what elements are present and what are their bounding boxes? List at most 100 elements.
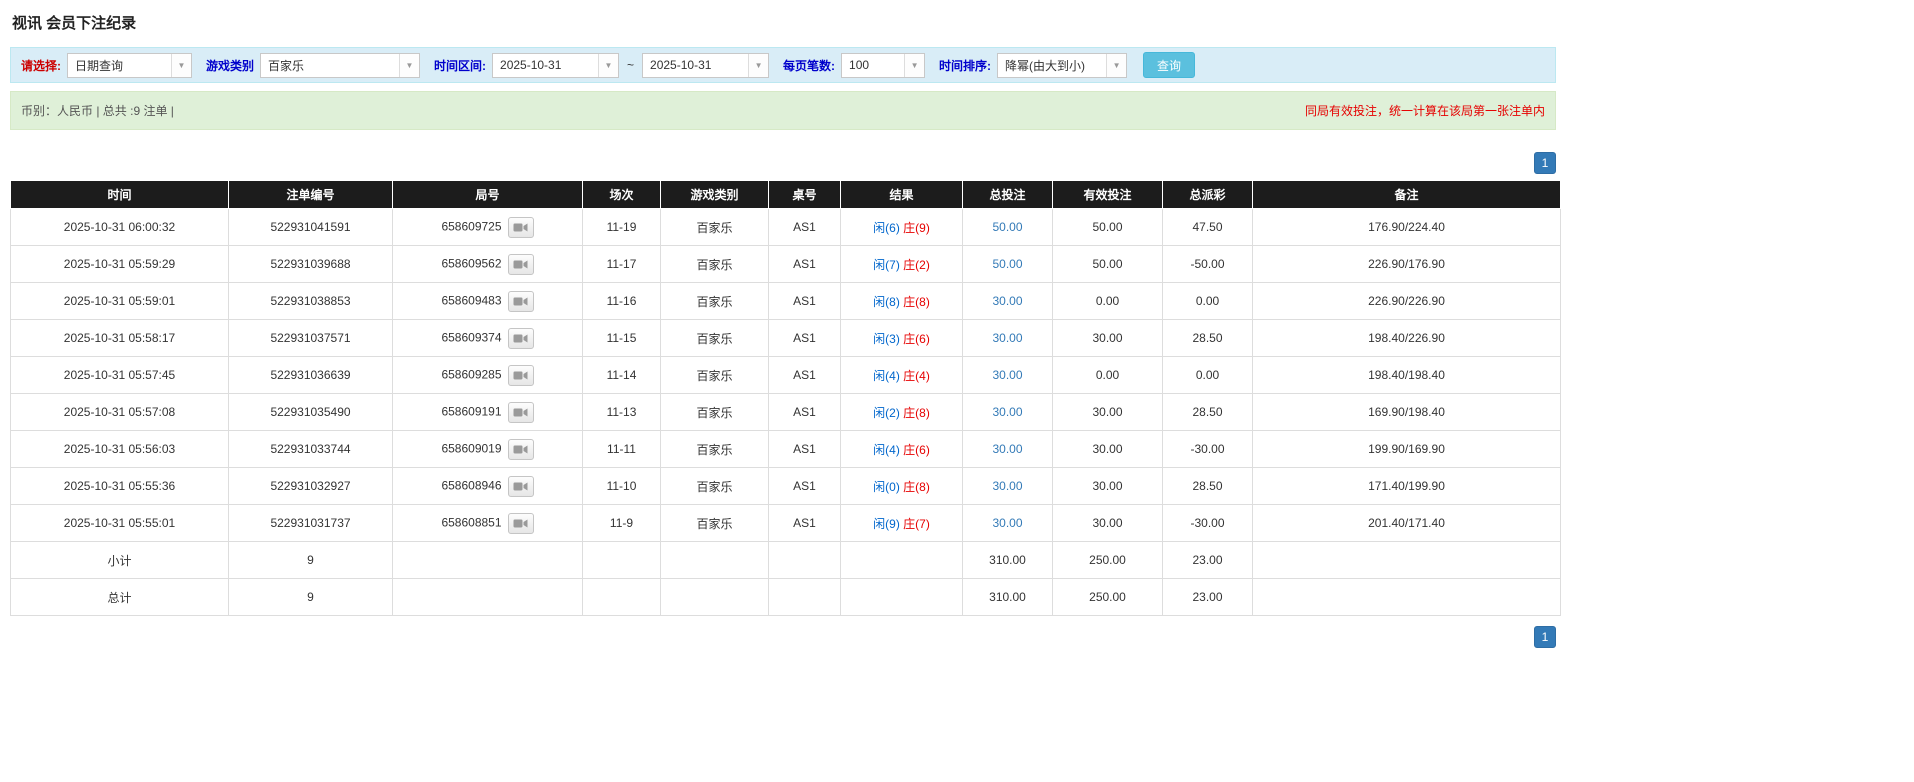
total-bet-link[interactable]: 50.00 (992, 220, 1022, 234)
video-replay-button[interactable] (507, 475, 534, 497)
page-number-button[interactable]: 1 (1534, 626, 1556, 648)
date-to-value: 2025-10-31 (650, 58, 712, 72)
total-payout: 23.00 (1162, 578, 1253, 616)
page-title: 视讯 会员下注纪录 (12, 15, 137, 32)
chevron-down-icon[interactable]: ▼ (748, 53, 769, 77)
cell-bet-id: 522931033744 (228, 430, 393, 468)
cell-result: 闲(9) 庄(7) (840, 504, 963, 542)
round-number: 658609374 (441, 330, 502, 345)
cell-result: 闲(6) 庄(9) (840, 208, 963, 246)
table-body: 2025-10-31 06:00:32 522931041591 6586097… (10, 208, 1561, 542)
chevron-down-icon[interactable]: ▼ (598, 53, 619, 77)
video-replay-button[interactable] (507, 512, 534, 534)
result-player: 闲(3) (873, 331, 900, 346)
records-table: 时间 注单编号 局号 场次 游戏类别 桌号 结果 总投注 有效投注 总派彩 备注… (10, 180, 1561, 616)
result-player: 闲(8) (873, 294, 900, 309)
cell-payout: 47.50 (1162, 208, 1253, 246)
result-banker: 庄(8) (903, 294, 930, 309)
cell-valid-bet: 50.00 (1052, 245, 1163, 283)
total-bet-link[interactable]: 30.00 (992, 479, 1022, 493)
cell-table-no: AS1 (768, 467, 841, 505)
chevron-down-icon[interactable]: ▼ (399, 53, 420, 77)
date-range-label: 时间区间: (434, 58, 487, 73)
total-bet-link[interactable]: 30.00 (992, 368, 1022, 382)
total-row: 总计 9 310.00 250.00 23.00 (10, 578, 1561, 616)
cell-game-type: 百家乐 (660, 245, 769, 283)
total-total-bet: 310.00 (962, 578, 1053, 616)
total-bet-link[interactable]: 50.00 (992, 257, 1022, 271)
cell-table-no: AS1 (768, 208, 841, 246)
empty-cell (392, 541, 583, 579)
video-replay-button[interactable] (507, 216, 534, 238)
cell-total-bet: 30.00 (962, 282, 1053, 320)
video-replay-button[interactable] (507, 327, 534, 349)
round-number: 658608946 (441, 478, 502, 493)
video-replay-button[interactable] (507, 364, 534, 386)
table-row: 2025-10-31 05:55:01 522931031737 6586088… (10, 504, 1561, 542)
video-replay-button[interactable] (507, 401, 534, 423)
total-bet-link[interactable]: 30.00 (992, 294, 1022, 308)
date-type-select[interactable]: 日期查询 ▼ (67, 52, 192, 78)
cell-valid-bet: 30.00 (1052, 504, 1163, 542)
cell-remark: 199.90/169.90 (1252, 430, 1561, 468)
valid-bet-notice-text: 同局有效投注，统一计算在该局第一张注单内 (1304, 104, 1545, 118)
result-banker: 庄(6) (903, 331, 930, 346)
page-number-button[interactable]: 1 (1534, 152, 1556, 174)
video-replay-button[interactable] (507, 290, 534, 312)
game-type-select[interactable]: 百家乐 ▼ (260, 52, 421, 78)
header-round: 局号 (392, 180, 583, 209)
result-player: 闲(0) (873, 479, 900, 494)
total-label: 总计 (10, 578, 229, 616)
page-size-select[interactable]: 100 ▼ (841, 52, 926, 78)
cell-round: 658608946 (392, 467, 583, 505)
round-number: 658609483 (441, 293, 502, 308)
video-camera-icon (513, 408, 528, 416)
cell-payout: -50.00 (1162, 245, 1253, 283)
chevron-down-icon[interactable]: ▼ (904, 53, 925, 77)
total-bet-link[interactable]: 30.00 (992, 405, 1022, 419)
chevron-down-icon[interactable]: ▼ (171, 53, 191, 77)
round-number: 658609725 (441, 219, 502, 234)
cell-bet-id: 522931039688 (228, 245, 393, 283)
total-bet-link[interactable]: 30.00 (992, 516, 1022, 530)
cell-session: 11-9 (582, 504, 661, 542)
game-type-label: 游戏类别 (206, 58, 255, 73)
table-header: 时间 注单编号 局号 场次 游戏类别 桌号 结果 总投注 有效投注 总派彩 备注 (10, 180, 1561, 209)
result-player: 闲(4) (873, 368, 900, 383)
video-replay-button[interactable] (507, 253, 534, 275)
sort-order-select[interactable]: 降幂(由大到小) ▼ (997, 52, 1128, 78)
chevron-down-icon[interactable]: ▼ (1106, 53, 1127, 77)
cell-total-bet: 30.00 (962, 319, 1053, 357)
search-button[interactable]: 查询 (1143, 52, 1196, 78)
header-payout: 总派彩 (1162, 180, 1253, 209)
cell-total-bet: 50.00 (962, 208, 1053, 246)
cell-session: 11-16 (582, 282, 661, 320)
total-bet-link[interactable]: 30.00 (992, 331, 1022, 345)
date-type-value: 日期查询 (75, 58, 124, 73)
table-row: 2025-10-31 05:59:29 522931039688 6586095… (10, 245, 1561, 283)
empty-cell (1252, 578, 1561, 616)
subtotal-label: 小计 (10, 541, 229, 579)
cell-table-no: AS1 (768, 245, 841, 283)
currency-summary-text: 币别：人民币 | 总共 :9 注单 | (21, 104, 174, 118)
cell-total-bet: 50.00 (962, 245, 1053, 283)
filter-bar: 请选择: 日期查询 ▼ 游戏类别 百家乐 ▼ 时间区间: 2025-10-31 … (10, 47, 1556, 83)
video-replay-button[interactable] (507, 438, 534, 460)
round-number: 658609562 (441, 256, 502, 271)
cell-remark: 226.90/226.90 (1252, 282, 1561, 320)
video-camera-icon (513, 445, 528, 453)
cell-table-no: AS1 (768, 430, 841, 468)
cell-valid-bet: 0.00 (1052, 282, 1163, 320)
date-to-select[interactable]: 2025-10-31 ▼ (642, 52, 770, 78)
date-from-select[interactable]: 2025-10-31 ▼ (492, 52, 620, 78)
cell-result: 闲(4) 庄(6) (840, 430, 963, 468)
result-banker: 庄(7) (903, 516, 930, 531)
cell-game-type: 百家乐 (660, 282, 769, 320)
cell-bet-id: 522931036639 (228, 356, 393, 394)
result-player: 闲(2) (873, 405, 900, 420)
empty-cell (582, 578, 661, 616)
cell-bet-id: 522931035490 (228, 393, 393, 431)
total-bet-link[interactable]: 30.00 (992, 442, 1022, 456)
cell-remark: 169.90/198.40 (1252, 393, 1561, 431)
table-row: 2025-10-31 05:55:36 522931032927 6586089… (10, 467, 1561, 505)
